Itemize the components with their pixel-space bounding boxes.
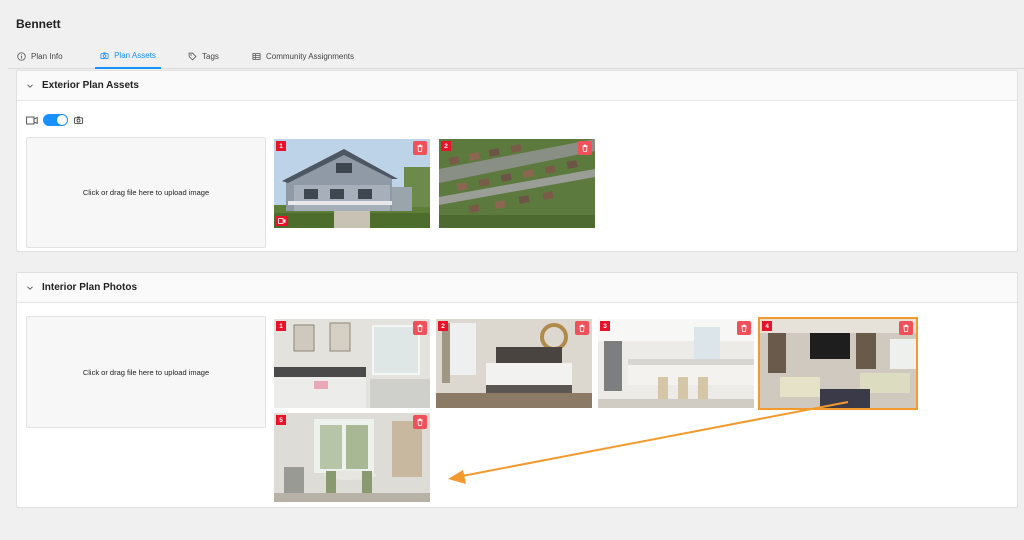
exterior-image-1[interactable]: 1 (274, 139, 430, 228)
tab-plan-assets[interactable]: Plan Assets (95, 44, 161, 69)
interior-image-4[interactable]: 4 (758, 317, 918, 410)
image-number-badge: 2 (441, 141, 451, 151)
interior-photos-panel: Interior Plan Photos Click or drag file … (16, 272, 1018, 508)
delete-image-button[interactable] (575, 321, 589, 335)
page-title: Bennett (16, 17, 61, 31)
camera-icon (100, 52, 109, 59)
exterior-panel-header[interactable]: Exterior Plan Assets (17, 71, 1017, 101)
house-exterior-photo (274, 139, 430, 228)
exterior-assets-panel: Exterior Plan Assets Click or drag file … (16, 70, 1018, 252)
dining-room-photo (274, 413, 430, 502)
kitchen-photo (598, 319, 754, 408)
trash-icon (417, 324, 423, 332)
interior-image-1[interactable]: 1 (274, 319, 430, 408)
delete-image-button[interactable] (899, 321, 913, 335)
interior-upload-dropzone[interactable]: Click or drag file here to upload image (26, 316, 266, 428)
bedroom-photo (436, 319, 592, 408)
neighborhood-aerial-photo (439, 139, 595, 228)
delete-image-button[interactable] (578, 141, 592, 155)
tag-icon (188, 52, 197, 61)
trash-icon (417, 418, 423, 426)
delete-image-button[interactable] (413, 321, 427, 335)
exterior-image-2[interactable]: 2 (439, 139, 595, 228)
trash-icon (417, 144, 423, 152)
bathroom-photo (274, 319, 430, 408)
media-type-toggle-row (26, 114, 84, 126)
interior-image-3[interactable]: 3 (598, 319, 754, 408)
tab-label: Plan Assets (114, 51, 156, 60)
delete-image-button[interactable] (413, 141, 427, 155)
grid-icon (252, 53, 261, 60)
interior-panel-header[interactable]: Interior Plan Photos (17, 273, 1017, 303)
delete-image-button[interactable] (737, 321, 751, 335)
trash-icon (903, 324, 909, 332)
video-icon (278, 218, 286, 224)
delete-image-button[interactable] (413, 415, 427, 429)
image-number-badge: 1 (276, 321, 286, 331)
interior-image-2[interactable]: 2 (436, 319, 592, 408)
media-type-switch[interactable] (43, 114, 68, 126)
plan-editor-page: Bennett Plan Info Plan Assets Tags Commu… (8, 6, 1024, 540)
image-number-badge: 2 (438, 321, 448, 331)
info-icon (17, 52, 26, 61)
tab-label: Tags (202, 52, 219, 61)
chevron-down-icon (27, 285, 33, 290)
tab-community-assignments[interactable]: Community Assignments (252, 44, 367, 69)
living-room-photo (760, 319, 916, 408)
panel-title: Exterior Plan Assets (42, 80, 139, 91)
panel-title: Interior Plan Photos (42, 282, 138, 293)
trash-icon (582, 144, 588, 152)
upload-label: Click or drag file here to upload image (82, 367, 210, 377)
camera-icon (74, 116, 83, 124)
image-number-badge: 3 (600, 321, 610, 331)
tab-label: Community Assignments (266, 52, 355, 61)
trash-icon (579, 324, 585, 332)
tab-bar: Plan Info Plan Assets Tags Community Ass… (8, 44, 1024, 69)
interior-image-5[interactable]: 5 (274, 413, 430, 502)
switch-knob (57, 115, 67, 125)
video-badge (276, 216, 288, 226)
video-icon (26, 116, 38, 124)
tab-label: Plan Info (31, 52, 63, 61)
tab-plan-info[interactable]: Plan Info (17, 44, 75, 69)
image-number-badge: 1 (276, 141, 286, 151)
chevron-down-icon (27, 83, 33, 88)
image-number-badge: 5 (276, 415, 286, 425)
tab-tags[interactable]: Tags (188, 44, 228, 69)
exterior-upload-dropzone[interactable]: Click or drag file here to upload image (26, 137, 266, 248)
upload-label: Click or drag file here to upload image (82, 188, 210, 197)
image-number-badge: 4 (762, 321, 772, 331)
trash-icon (741, 324, 747, 332)
